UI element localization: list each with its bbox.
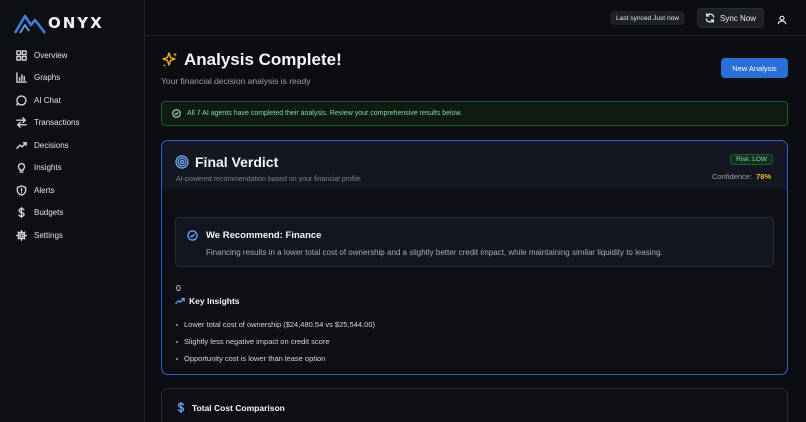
swap-arrows-icon	[16, 117, 27, 129]
insights-count: 0	[176, 283, 181, 293]
total-cost-comparison-card: Total Cost Comparison	[161, 388, 788, 422]
trend-up-icon	[16, 141, 27, 149]
verdict-subtitle: AI-powered recommendation based on your …	[176, 176, 361, 183]
sidebar-item-settings[interactable]: Settings	[0, 224, 145, 247]
recommendation-box: We Recommend: Finance Financing results …	[175, 217, 774, 267]
sidebar-item-graphs[interactable]: Graphs	[0, 67, 145, 90]
sparkles-icon	[162, 52, 178, 67]
page-header: Analysis Complete!	[161, 50, 342, 70]
verdict-title: Final Verdict	[195, 154, 279, 170]
sidebar-item-decisions[interactable]: Decisions	[0, 134, 145, 157]
final-verdict-card: Final Verdict AI-powered recommendation …	[161, 140, 788, 375]
key-insights-title: Key Insights	[189, 296, 240, 306]
sidebar-item-label: Decisions	[34, 140, 69, 150]
overview-icon	[16, 49, 27, 61]
main-content: Analysis Complete! Your financial decisi…	[146, 37, 806, 422]
onyx-mountain-logo-icon	[14, 14, 46, 34]
completion-message: All 7 AI agents have completed their ana…	[187, 110, 463, 117]
sidebar-item-transactions[interactable]: Transactions	[0, 112, 145, 135]
sidebar: ONYX Overview Graphs AI Chat Transaction…	[0, 0, 145, 422]
verdict-header: Final Verdict AI-powered recommendation …	[162, 141, 787, 189]
sidebar-item-label: AI Chat	[34, 95, 61, 105]
user-icon	[777, 15, 787, 25]
sidebar-item-label: Alerts	[34, 185, 55, 195]
cost-heading: Total Cost Comparison	[176, 402, 285, 413]
chat-bubble-icon	[16, 95, 27, 106]
sidebar-item-label: Insights	[34, 163, 62, 173]
sidebar-item-label: Graphs	[34, 73, 61, 83]
verdict-title-row: Final Verdict	[175, 154, 278, 170]
sidebar-item-label: Settings	[34, 230, 63, 240]
list-item: Lower total cost of ownership ($24,480.5…	[176, 316, 375, 333]
shield-icon	[16, 184, 27, 196]
dollar-icon	[18, 207, 25, 219]
dollar-icon	[177, 402, 185, 413]
top-bar: Last synced Just now Sync Now	[146, 0, 806, 36]
page-title: Analysis Complete!	[184, 50, 342, 69]
new-analysis-button[interactable]: New Analysis	[721, 58, 788, 78]
list-item: Slightly less negative impact on credit …	[176, 333, 375, 350]
bullet-dot	[176, 357, 178, 360]
trend-up-icon	[175, 297, 185, 305]
cost-title: Total Cost Comparison	[192, 402, 285, 413]
confidence-label: Confidence:	[712, 172, 753, 181]
insight-text: Lower total cost of ownership ($24,480.5…	[184, 320, 375, 329]
confidence-value: 78%	[756, 172, 772, 181]
bullet-dot	[176, 323, 178, 326]
lightbulb-icon	[17, 163, 26, 174]
key-insights-list: Lower total cost of ownership ($24,480.5…	[176, 316, 375, 367]
confidence-readout: Confidence: 78%	[712, 172, 771, 181]
sync-now-button[interactable]: Sync Now	[697, 8, 764, 28]
sidebar-item-alerts[interactable]: Alerts	[0, 179, 145, 202]
target-icon	[175, 155, 189, 169]
bullet-dot	[176, 340, 178, 343]
sidebar-item-label: Transactions	[34, 118, 80, 128]
sidebar-item-label: Overview	[34, 50, 68, 60]
list-item: Opportunity cost is lower than lease opt…	[176, 350, 375, 367]
brand-logo[interactable]: ONYX	[14, 10, 104, 36]
sidebar-nav: Overview Graphs AI Chat Transactions Dec…	[0, 44, 145, 247]
sync-now-label: Sync Now	[719, 13, 756, 23]
bar-chart-icon	[16, 72, 27, 84]
key-insights-heading: Key Insights	[175, 296, 240, 306]
sidebar-item-label: Budgets	[34, 208, 64, 218]
sidebar-item-budgets[interactable]: Budgets	[0, 202, 145, 225]
recommendation-title: We Recommend: Finance	[206, 230, 322, 241]
refresh-icon	[705, 13, 715, 23]
gear-icon	[16, 229, 27, 241]
insight-text: Opportunity cost is lower than lease opt…	[184, 354, 326, 363]
last-synced-badge: Last synced Just now	[610, 11, 686, 25]
user-menu-button[interactable]	[777, 12, 789, 25]
brand-name: ONYX	[48, 14, 104, 32]
insight-text: Slightly less negative impact on credit …	[184, 337, 330, 346]
sidebar-item-ai-chat[interactable]: AI Chat	[0, 89, 145, 112]
page-subtitle: Your financial decision analysis is read…	[161, 76, 311, 86]
risk-badge: Risk: LOW	[730, 154, 774, 165]
check-circle-icon	[172, 109, 181, 118]
sidebar-item-insights[interactable]: Insights	[0, 157, 145, 180]
sidebar-item-overview[interactable]: Overview	[0, 44, 145, 67]
check-circle-icon	[187, 230, 198, 241]
completion-banner: All 7 AI agents have completed their ana…	[161, 101, 788, 126]
recommendation-body: Financing results in a lower total cost …	[206, 248, 663, 257]
